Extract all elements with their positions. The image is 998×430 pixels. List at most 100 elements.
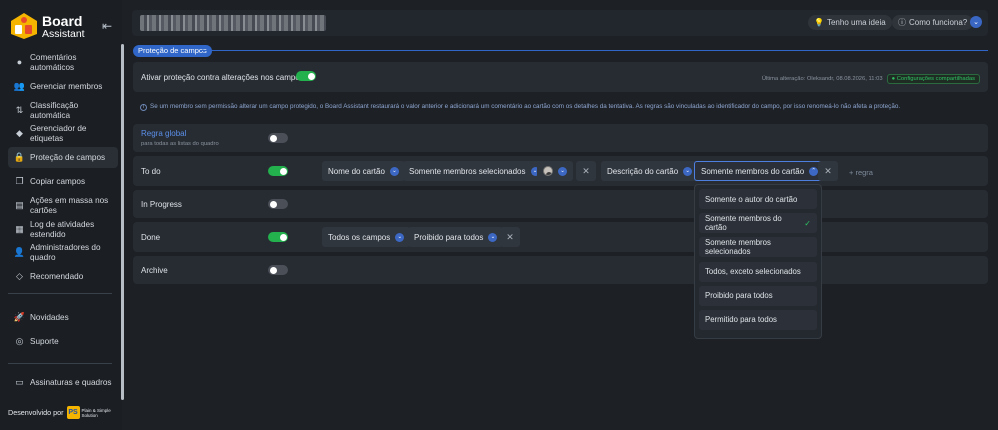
app-name-line1: Board — [42, 13, 83, 29]
sidebar-item-label: Comentários automáticos — [30, 53, 77, 72]
sidebar-item-support[interactable]: ◎ Suporte — [14, 336, 120, 347]
sidebar-item-label: Administradores do quadro — [30, 243, 101, 262]
sidebar-item-activity-log[interactable]: ▦ Log de atividades estendido — [14, 220, 120, 239]
dropdown-option[interactable]: Todos, exceto selecionados — [699, 261, 817, 282]
add-rule-button[interactable]: + regra — [849, 168, 873, 177]
access-dropdown-menu: Somente o autor do cartão Somente membro… — [694, 184, 822, 339]
list-row-in-progress: In Progress — [133, 190, 988, 218]
users-icon: 👥 — [13, 80, 26, 91]
sidebar-item-label: Recomendado — [30, 271, 84, 281]
sort-icon: ⇅ — [15, 104, 24, 115]
sidebar: Board Assistant ⇤ ● Comentários automáti… — [0, 0, 122, 430]
chevron-up-icon: ⌃ — [809, 166, 819, 176]
sidebar-item-bulk-actions[interactable]: ▤ Ações em massa nos cartões — [14, 196, 120, 215]
sidebar-item-label: Gerenciador de etiquetas — [30, 124, 87, 143]
rule-access-select[interactable]: Somente membros selecionados ⌄ — [403, 161, 546, 181]
partner-logo-mark: PS — [66, 406, 80, 419]
remove-rule-button[interactable]: ✕ — [500, 227, 520, 247]
rocket-icon: 🚀 — [13, 311, 26, 322]
developed-by-label: Desenvolvido por — [8, 408, 64, 417]
remove-rule-button[interactable]: ✕ — [818, 161, 838, 181]
board-assistant-logo — [11, 13, 37, 39]
tag-icon: ◆ — [16, 127, 23, 138]
dropdown-option[interactable]: Somente membros selecionados — [699, 237, 817, 258]
copy-icon: ❐ — [15, 175, 24, 186]
sidebar-item-label: Copiar campos — [30, 176, 86, 186]
rule-field-value: Nome do cartão — [328, 166, 385, 176]
sidebar-item-label: Gerenciar membros — [30, 81, 103, 91]
sidebar-item-billing[interactable]: ▭ Assinaturas e quadros — [14, 377, 120, 388]
list-toggle-in-progress[interactable] — [268, 199, 288, 209]
protection-toggle[interactable] — [296, 71, 316, 81]
list-name: Archive — [141, 266, 168, 275]
idea-button[interactable]: 💡 Tenho uma ideia — [808, 15, 892, 30]
rule-field-select[interactable]: Todos os campos ⌄ — [322, 227, 411, 247]
close-icon: ✕ — [506, 231, 514, 242]
dropdown-option[interactable]: Proibido para todos — [699, 285, 817, 306]
sidebar-item-label: Log de atividades estendido — [30, 220, 95, 239]
board-title-redacted — [140, 15, 326, 31]
sidebar-item-label-manager[interactable]: ◆ Gerenciador de etiquetas — [14, 124, 120, 143]
global-rule-toggle[interactable] — [268, 133, 288, 143]
chevron-down-icon[interactable]: ⌄ — [970, 16, 982, 28]
admin-icon: 👤 — [13, 246, 26, 257]
dropdown-option-label: Proibido para todos — [705, 291, 773, 301]
header: 💡 Tenho uma ideia ⓘ Como funciona? ⌄ — [132, 10, 988, 36]
partner-logo-line2: Solution — [81, 412, 98, 418]
sidebar-item-label: Classificação automática — [30, 101, 79, 120]
dropdown-option-label: Permitido para todos — [705, 315, 777, 325]
remove-rule-button[interactable]: ✕ — [576, 161, 596, 181]
close-icon: ✕ — [824, 165, 832, 176]
sidebar-item-label: Novidades — [30, 312, 69, 322]
list-toggle-done[interactable] — [268, 232, 288, 242]
chevron-down-icon: ⌄ — [488, 232, 498, 242]
list-row-done: Done — [133, 222, 988, 252]
sidebar-item-auto-comments[interactable]: ● Comentários automáticos — [14, 53, 120, 72]
sidebar-item-copy-fields[interactable]: ❐ Copiar campos — [14, 176, 120, 187]
sidebar-scrollbar[interactable] — [121, 44, 124, 400]
lock-icon: 🔒 — [13, 151, 26, 162]
list-name: Done — [141, 233, 161, 242]
dropdown-option[interactable]: Permitido para todos — [699, 309, 817, 330]
diamond-icon: ◇ — [16, 270, 23, 281]
collapse-left-icon[interactable]: ⇤ — [100, 19, 114, 33]
sidebar-item-label: Assinaturas e quadros — [30, 377, 112, 387]
partner-logo[interactable]: PS Plain & Simple Solution — [66, 405, 117, 420]
shared-settings-badge: ● Configurações compartilhadas — [886, 74, 980, 84]
avatar — [543, 166, 553, 176]
list-toggle-todo[interactable] — [268, 166, 288, 176]
global-rule-subtitle: para todas as listas do quadro — [141, 141, 219, 147]
sidebar-item-auto-sort[interactable]: ⇅ Classificação automática — [14, 101, 120, 120]
dropdown-option-selected[interactable]: Somente membros do cartão ✓ — [699, 213, 817, 234]
protection-meta: Última alteração: Oleksandr, 08.08.2026,… — [762, 74, 980, 84]
partner-logo-text: Plain & Simple Solution — [82, 408, 111, 418]
dropdown-option[interactable]: Somente o autor do cartão — [699, 189, 817, 209]
shared-settings-label: Configurações compartilhadas — [896, 76, 975, 82]
dropdown-option-label: Somente membros do cartão — [705, 214, 782, 233]
sidebar-item-recommended[interactable]: ◇ Recomendado — [14, 271, 120, 282]
rule-field-select[interactable]: Nome do cartão ⌄ — [322, 161, 405, 181]
rule-access-value: Proibido para todos — [414, 232, 484, 242]
how-it-works-button[interactable]: ⓘ Como funciona? — [892, 15, 974, 30]
rule-field-value: Todos os campos — [328, 232, 391, 242]
list-name: In Progress — [141, 200, 182, 209]
sidebar-item-manage-members[interactable]: 👥 Gerenciar membros — [14, 81, 120, 92]
list-toggle-archive[interactable] — [268, 265, 288, 275]
rule-access-select-open[interactable]: Somente membros do cartão ⌃ — [694, 161, 826, 181]
sidebar-item-news[interactable]: 🚀 Novidades — [14, 312, 120, 323]
chat-icon: ● — [16, 56, 23, 67]
protection-toggle-row: Ativar proteção contra alterações nos ca… — [133, 62, 988, 92]
sidebar-divider — [8, 293, 112, 294]
sidebar-item-field-protection[interactable]: 🔒 Proteção de campos — [8, 147, 118, 168]
rule-access-value: Somente membros selecionados — [409, 166, 526, 176]
global-rule-title: Regra global — [141, 129, 187, 138]
lightbulb-icon: 💡 — [814, 18, 824, 27]
sidebar-item-board-admins[interactable]: 👤 Administradores do quadro — [14, 243, 120, 262]
help-icon: ⓘ — [898, 18, 906, 27]
developer-credit: Desenvolvido por PS Plain & Simple Solut… — [8, 405, 117, 420]
dropdown-option-label: Somente membros selecionados — [705, 238, 771, 257]
rule-access-select[interactable]: Proibido para todos ⌄ — [408, 227, 504, 247]
rule-members-select[interactable]: ⌄ — [537, 161, 573, 181]
rule-field-select[interactable]: Descrição do cartão ⌄ — [601, 161, 699, 181]
chevron-down-icon: ⌄ — [683, 166, 693, 176]
